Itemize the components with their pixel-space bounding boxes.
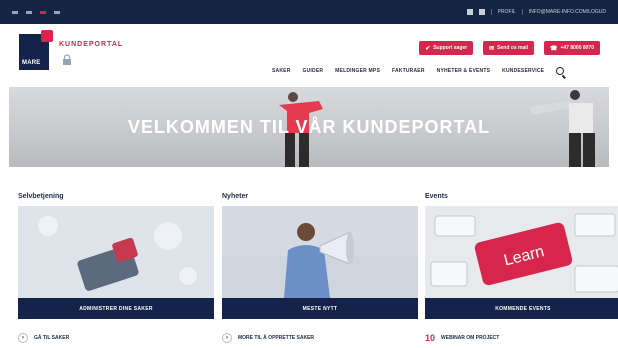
top-bar: PROFIL INFO@MARE-INFO.COM/LOGUD [0,0,618,24]
arrow-icon: › [222,333,232,343]
language-flags [12,10,60,14]
phone-icon: ☎ [550,45,558,52]
flag-icon[interactable] [26,10,32,14]
link-webinar[interactable]: 10 WEBINAR OM PROJECT [425,333,499,343]
link-label: WEBINAR OM PROJECT [441,335,500,341]
card-button-events[interactable]: KOMMENDE EVENTS [425,298,618,319]
column-title-events: Events [425,193,448,200]
top-right-links: PROFIL INFO@MARE-INFO.COM/LOGUD [466,9,606,15]
card-selvbetjening[interactable]: ADMINISTRER DINE SAKER [18,206,214,319]
mail-button[interactable]: ✉ Send os mail [483,41,534,55]
phone-button[interactable]: ☎ +47 8000 8070 [544,41,600,55]
nav-item-kundeservice[interactable]: KUNDESERVICE [502,68,544,74]
card-button-selvbetjening[interactable]: ADMINISTRER DINE SAKER [18,298,214,319]
phone-label: +47 8000 8070 [560,45,594,51]
flag-icon[interactable] [54,10,60,14]
flag-icon[interactable] [12,10,18,14]
nav-item-guider[interactable]: GUIDER [303,68,324,74]
logo-dot [41,30,53,42]
event-date: 10 [425,333,436,343]
logo[interactable]: MARE [19,30,53,70]
check-icon: ✔ [425,45,431,52]
card-events[interactable]: Learn KOMMENDE EVENTS [425,206,618,319]
card-image-cards [18,206,214,298]
card-image-megaphone [222,206,418,298]
flag-icon[interactable] [40,10,46,14]
link-label: MORE TIL Å OPPRETTE SAKER [238,335,315,341]
column-title-selvbetjening: Selvbetjening [18,193,64,200]
mail-label: Send os mail [497,45,528,51]
logo-text: MARE [22,60,41,66]
main-nav: SAKER GUIDER MELDINGER MPS FAKTURAER NYH… [272,67,565,75]
nav-item-meldinger[interactable]: MELDINGER MPS [335,68,380,74]
card-nyheter[interactable]: MESTE NYTT [222,206,418,319]
mail-icon: ✉ [489,45,495,52]
card-image-keyboard: Learn [425,206,618,298]
hero-banner: VELKOMMEN TIL VÅR KUNDEPORTAL [9,87,609,167]
divider [490,9,492,15]
support-button[interactable]: ✔ Support sager [419,41,474,55]
lock-icon [63,54,71,65]
column-title-nyheter: Nyheter [222,193,249,200]
social-icon[interactable] [478,9,485,15]
card-button-nyheter[interactable]: MESTE NYTT [222,298,418,319]
nav-item-saker[interactable]: SAKER [272,68,291,74]
link-opprette-saker[interactable]: › MORE TIL Å OPPRETTE SAKER [222,333,314,343]
link-label: GÅ TIL SAKER [34,335,70,341]
nav-item-nyheter[interactable]: NYHETER & EVENTS [437,68,491,74]
action-buttons: ✔ Support sager ✉ Send os mail ☎ +47 800… [419,41,600,55]
profile-link[interactable]: PROFIL [498,9,516,15]
email-link[interactable]: INFO@MARE-INFO.COM/LOGUD [529,9,606,15]
support-label: Support sager [433,45,468,51]
brand-title: KUNDEPORTAL [59,41,124,48]
search-icon[interactable] [556,67,565,75]
link-saker[interactable]: › GÅ TIL SAKER [18,333,69,343]
divider [521,9,523,15]
hero-title: VELKOMMEN TIL VÅR KUNDEPORTAL [127,117,491,137]
arrow-icon: › [18,333,28,343]
linkedin-icon[interactable] [466,9,473,15]
nav-item-fakturaer[interactable]: FAKTURAER [392,68,425,74]
